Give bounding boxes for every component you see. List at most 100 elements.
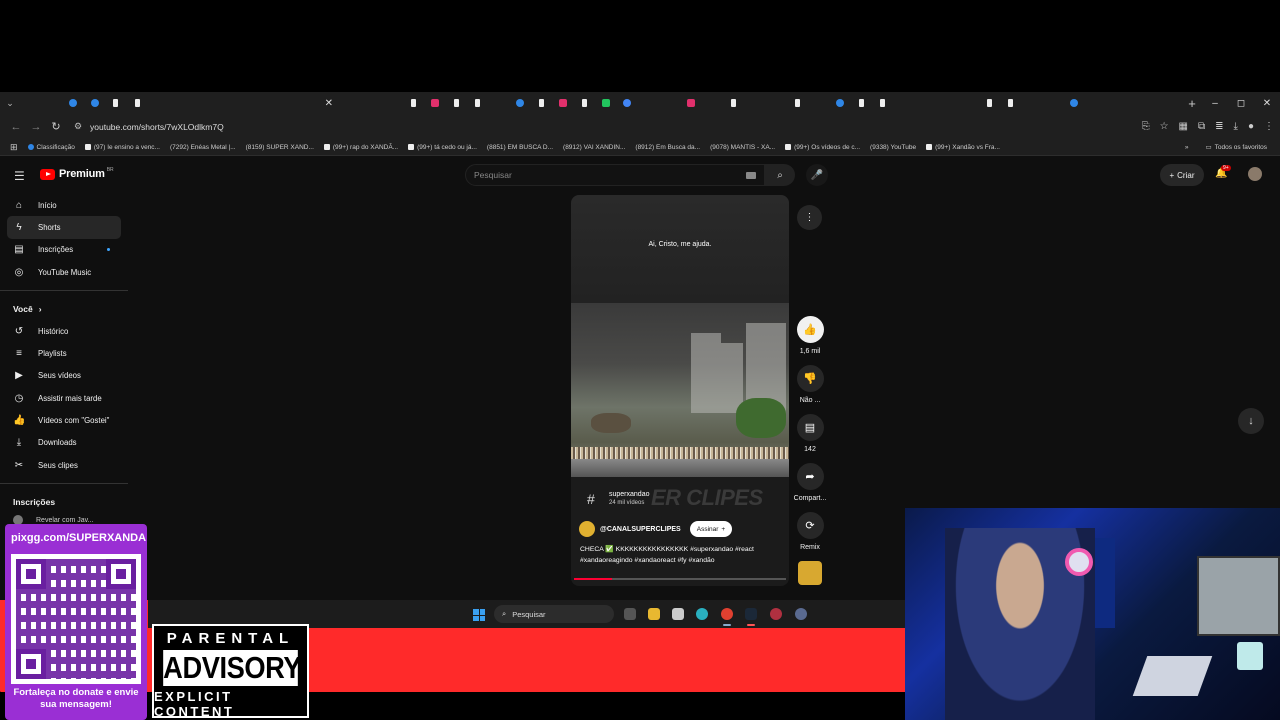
- browser-tab[interactable]: [0, 92, 1280, 692]
- keyboard-icon[interactable]: [746, 171, 756, 179]
- video-progress-bar[interactable]: [574, 578, 786, 580]
- browser-tab[interactable]: [0, 92, 1280, 692]
- sidebar-item-playlists[interactable]: ≡ Playlists: [0, 342, 128, 364]
- bookmark-star-icon[interactable]: ☆: [1160, 121, 1169, 132]
- like-button[interactable]: 👍: [796, 316, 824, 343]
- sidebar-you-heading[interactable]: Você ›: [0, 298, 128, 320]
- windows-start-icon[interactable]: [473, 609, 485, 621]
- extension-icon[interactable]: ▦: [1179, 121, 1188, 132]
- browser-tab[interactable]: [0, 92, 1280, 692]
- chrome-icon[interactable]: [721, 608, 733, 620]
- subscribe-button[interactable]: Assinar +: [689, 521, 733, 537]
- hamburger-menu-icon[interactable]: ☰: [14, 169, 25, 183]
- back-icon[interactable]: ←: [6, 121, 26, 133]
- comments-button[interactable]: ▤: [796, 414, 824, 441]
- steam-icon[interactable]: [745, 608, 757, 620]
- apps-grid-icon[interactable]: ⊞: [0, 142, 23, 153]
- bookmark-item[interactable]: (97) Ie ensino a venc...: [80, 144, 165, 151]
- media-icon[interactable]: ≣: [1215, 121, 1223, 132]
- channel-name[interactable]: @CANALSUPERCLIPES: [600, 526, 681, 533]
- browser-tab[interactable]: [0, 92, 1280, 692]
- browser-tab[interactable]: [0, 92, 1280, 692]
- browser-tab[interactable]: [0, 92, 1280, 692]
- browser-tab[interactable]: [851, 92, 872, 114]
- browser-tab[interactable]: [595, 92, 616, 114]
- cast-icon[interactable]: ⎘: [1142, 121, 1150, 132]
- maximize-icon[interactable]: ◻: [1228, 98, 1254, 109]
- sidebar-item-downloads[interactable]: ⤓ Downloads: [0, 432, 128, 454]
- account-avatar[interactable]: [1248, 167, 1262, 181]
- browser-tab[interactable]: [0, 92, 1280, 692]
- file-explorer-icon[interactable]: [648, 608, 660, 620]
- search-button[interactable]: ⌕: [765, 164, 795, 186]
- browser-tab[interactable]: [1000, 92, 1021, 114]
- browser-tab[interactable]: [84, 92, 105, 114]
- browser-tab[interactable]: [0, 92, 1280, 692]
- browser-tab[interactable]: [0, 92, 1280, 692]
- browser-tab[interactable]: [0, 92, 1280, 692]
- bookmark-item[interactable]: (8159) SUPER XAND...: [0, 144, 319, 301]
- bookmark-item[interactable]: (8912) Em Busca da...: [0, 144, 705, 301]
- sidebar-item-home[interactable]: ⌂ Início: [0, 194, 128, 216]
- sidebar-item-your-videos[interactable]: ▶ Seus vídeos: [0, 365, 128, 387]
- browser-tab[interactable]: [403, 92, 424, 114]
- shorts-player[interactable]: Ai, Cristo, me ajuda. ER CLIPES # superx…: [571, 195, 789, 586]
- browser-tab[interactable]: [510, 92, 531, 114]
- reload-icon[interactable]: ↻: [46, 120, 66, 133]
- browser-tab[interactable]: [0, 92, 1280, 692]
- sidebar-item-history[interactable]: ↺ Histórico: [0, 320, 128, 342]
- download-icon[interactable]: ⤓: [1234, 121, 1238, 132]
- browser-tab[interactable]: [425, 92, 446, 114]
- browser-tab[interactable]: [63, 92, 84, 114]
- task-view-icon[interactable]: [624, 608, 636, 620]
- sidebar-item-shorts[interactable]: ϟ Shorts: [7, 216, 121, 239]
- site-info-icon[interactable]: ⚙: [74, 121, 84, 132]
- browser-tab[interactable]: ✕: [318, 92, 339, 114]
- all-bookmarks-folder[interactable]: ▭ Todos os favoritos: [1200, 143, 1272, 152]
- app-icon[interactable]: [770, 608, 782, 620]
- bookmark-item[interactable]: (8912) VAI XANDIN...: [0, 144, 630, 301]
- browser-tab[interactable]: [680, 92, 701, 114]
- hashtag-link[interactable]: superxandao: [609, 491, 649, 498]
- extensions-puzzle-icon[interactable]: ⧉: [1198, 121, 1205, 132]
- browser-tab[interactable]: [446, 92, 467, 114]
- browser-tab[interactable]: [0, 92, 1280, 692]
- browser-tab[interactable]: [574, 92, 595, 114]
- voice-search-button[interactable]: 🎤: [806, 164, 828, 186]
- browser-tab[interactable]: [0, 92, 1280, 692]
- browser-tab[interactable]: [0, 92, 1280, 692]
- browser-tab[interactable]: [0, 92, 1280, 692]
- browser-tab[interactable]: [0, 92, 1280, 692]
- browser-tab[interactable]: [126, 92, 147, 114]
- remix-button[interactable]: ⟳: [796, 512, 824, 539]
- sidebar-item-liked-videos[interactable]: 👍 Vídeos com "Gostei": [0, 409, 128, 431]
- next-video-button[interactable]: ↓: [1238, 408, 1264, 434]
- bookmark-item[interactable]: (9078) MANTIS - XA...: [0, 144, 780, 301]
- new-tab-button[interactable]: +: [1182, 96, 1202, 111]
- bookmark-item[interactable]: (99+) Os vídeos de c...: [780, 144, 865, 151]
- sidebar-item-watch-later[interactable]: ◷ Assistir mais tarde: [0, 387, 128, 409]
- edge-icon[interactable]: [696, 608, 708, 620]
- browser-tab[interactable]: [0, 92, 1280, 692]
- browser-tab[interactable]: [0, 92, 1280, 692]
- browser-tab[interactable]: [1064, 92, 1085, 114]
- forward-icon[interactable]: →: [26, 121, 46, 133]
- browser-tab[interactable]: [829, 92, 850, 114]
- sidebar-item-youtube-music[interactable]: ◎ YouTube Music: [0, 261, 128, 283]
- minimize-icon[interactable]: –: [1202, 98, 1228, 109]
- more-options-button[interactable]: ⋮: [797, 205, 822, 230]
- browser-tab[interactable]: [0, 92, 1280, 692]
- sidebar-item-subscriptions[interactable]: ▤ Inscrições: [0, 239, 128, 261]
- youtube-premium-logo[interactable]: Premium BR: [40, 167, 114, 180]
- bookmark-item[interactable]: (7292) Enéas Metal |...: [0, 144, 241, 301]
- bookmark-item[interactable]: (99+) Xandão vs Fra...: [921, 144, 1005, 151]
- sound-thumbnail[interactable]: [798, 561, 822, 585]
- browser-tab[interactable]: [467, 92, 488, 114]
- bookmark-item[interactable]: (8851) EM BUSCA D...: [0, 144, 558, 301]
- url-field[interactable]: ⚙ youtube.com/shorts/7wXLOdlkm7Q: [74, 117, 1132, 137]
- browser-tab[interactable]: [723, 92, 744, 114]
- bookmark-item[interactable]: (99+) tá cedo ou já...: [403, 144, 482, 151]
- channel-avatar[interactable]: [579, 521, 595, 537]
- browser-tab[interactable]: [105, 92, 126, 114]
- store-icon[interactable]: [672, 608, 684, 620]
